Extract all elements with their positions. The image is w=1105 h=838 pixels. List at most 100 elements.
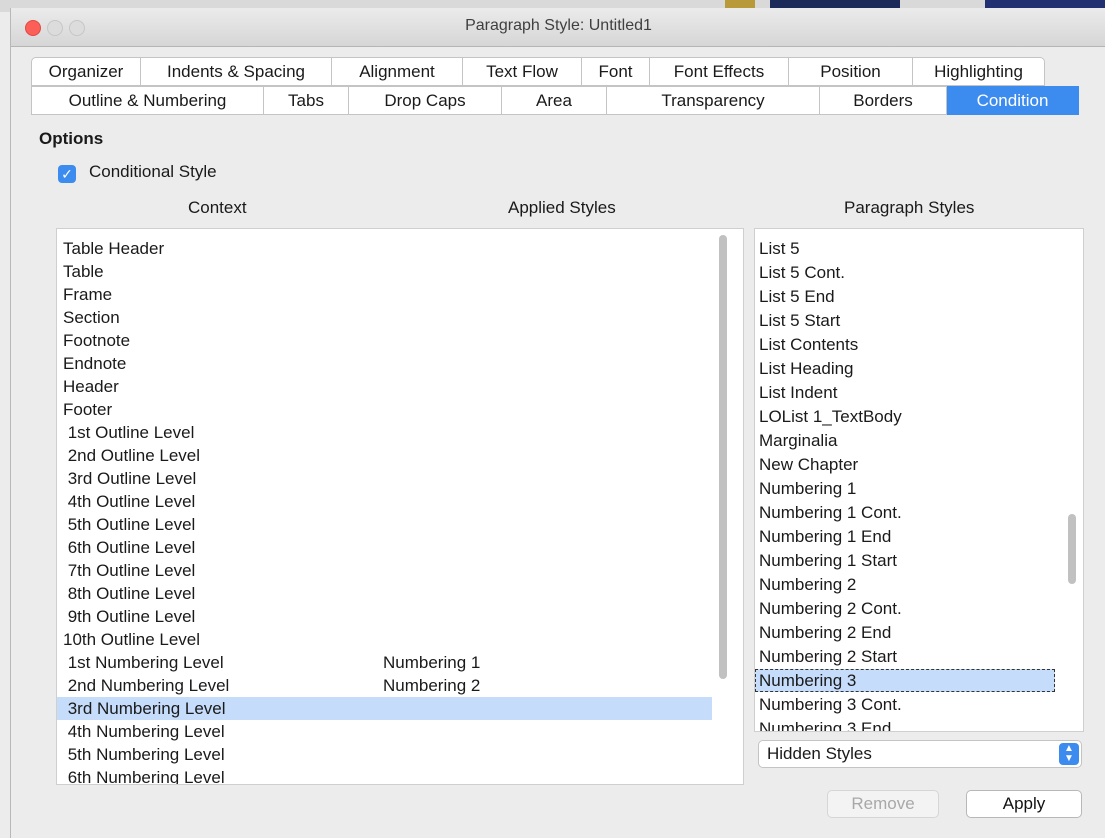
- paragraph-style-label: List 5: [759, 239, 800, 258]
- applied-style-cell: Numbering 1: [383, 653, 481, 672]
- context-row[interactable]: 1st Numbering Level Numbering 1: [57, 651, 712, 674]
- paragraph-style-item[interactable]: Numbering 2 End: [755, 621, 1055, 644]
- context-row[interactable]: 6th Numbering Level: [57, 766, 712, 784]
- context-cell: 7th Outline Level: [63, 561, 196, 580]
- context-row[interactable]: Frame: [57, 283, 712, 306]
- paragraph-style-item[interactable]: List Indent: [755, 381, 1055, 404]
- style-filter-select[interactable]: Hidden Styles ▲ ▼: [758, 740, 1082, 768]
- conditional-style-checkbox[interactable]: ✓: [58, 165, 76, 183]
- paragraph-style-item[interactable]: List 5: [755, 237, 1055, 260]
- paragraph-style-label: Numbering 2 Start: [759, 647, 897, 666]
- paragraph-style-label: List Contents: [759, 335, 859, 354]
- context-cell: Footnote: [63, 331, 131, 350]
- context-row[interactable]: 4th Numbering Level: [57, 720, 712, 743]
- context-cell: 5th Numbering Level: [63, 745, 225, 764]
- tab-organizer[interactable]: Organizer: [31, 57, 141, 86]
- context-row[interactable]: 7th Outline Level: [57, 559, 712, 582]
- paragraph-style-item[interactable]: Numbering 3 End: [755, 717, 1055, 732]
- tab-condition[interactable]: Condition: [947, 86, 1079, 115]
- context-row[interactable]: 3rd Outline Level: [57, 467, 712, 490]
- paragraph-style-label: List 5 Cont.: [759, 263, 845, 282]
- conditional-style-label[interactable]: Conditional Style: [89, 162, 217, 182]
- remove-button[interactable]: Remove: [827, 790, 939, 818]
- paragraph-style-label: Numbering 3 End: [759, 719, 892, 732]
- context-row[interactable]: 6th Outline Level: [57, 536, 712, 559]
- context-cell: 8th Outline Level: [63, 584, 196, 603]
- context-cell: 3rd Outline Level: [63, 469, 197, 488]
- context-row[interactable]: 5th Numbering Level: [57, 743, 712, 766]
- paragraph-styles-scrollbar[interactable]: [1068, 514, 1076, 584]
- context-row[interactable]: Table: [57, 260, 712, 283]
- apply-button[interactable]: Apply: [966, 790, 1082, 818]
- context-row[interactable]: 3rd Numbering Level: [57, 697, 712, 720]
- context-column-header: Context: [188, 198, 247, 217]
- paragraph-style-item[interactable]: LOList 1_TextBody: [755, 405, 1055, 428]
- tab-outline-numbering[interactable]: Outline & Numbering: [31, 86, 264, 115]
- context-row[interactable]: 1st Outline Level: [57, 421, 712, 444]
- tab-highlighting[interactable]: Highlighting: [913, 57, 1045, 86]
- context-cell: 9th Outline Level: [63, 607, 196, 626]
- paragraph-style-item[interactable]: List Heading: [755, 357, 1055, 380]
- tab-borders[interactable]: Borders: [820, 86, 947, 115]
- paragraph-style-label: New Chapter: [759, 455, 859, 474]
- context-cell: Section: [63, 308, 120, 327]
- context-row[interactable]: 4th Outline Level: [57, 490, 712, 513]
- paragraph-style-item[interactable]: Numbering 1 End: [755, 525, 1055, 548]
- tab-area[interactable]: Area: [502, 86, 607, 115]
- context-cell: 1st Numbering Level: [63, 653, 224, 672]
- paragraph-style-item[interactable]: List 5 End: [755, 285, 1055, 308]
- paragraph-style-item[interactable]: Numbering 1 Cont.: [755, 501, 1055, 524]
- paragraph-style-item[interactable]: List Contents: [755, 333, 1055, 356]
- context-cell: 5th Outline Level: [63, 515, 196, 534]
- paragraph-style-item[interactable]: List 5 Cont.: [755, 261, 1055, 284]
- paragraph-style-item[interactable]: Numbering 1 Start: [755, 549, 1055, 572]
- context-row[interactable]: 2nd Numbering Level Numbering 2: [57, 674, 712, 697]
- applied-styles-column-header: Applied Styles: [508, 198, 616, 217]
- paragraph-style-item[interactable]: Numbering 2 Cont.: [755, 597, 1055, 620]
- paragraph-style-item[interactable]: List 5 Start: [755, 309, 1055, 332]
- paragraph-styles-list[interactable]: List 5 List 5 Cont. List 5 End List 5 Start…: [754, 228, 1084, 732]
- context-row[interactable]: Header: [57, 375, 712, 398]
- paragraph-style-item[interactable]: Numbering 3: [755, 669, 1055, 692]
- tab-tabs[interactable]: Tabs: [264, 86, 349, 115]
- applied-style-cell: Numbering 2: [383, 676, 481, 695]
- paragraph-style-item[interactable]: New Chapter: [755, 453, 1055, 476]
- paragraph-style-label: List 5 Start: [759, 311, 841, 330]
- context-row[interactable]: 5th Outline Level: [57, 513, 712, 536]
- paragraph-style-label: LOList 1_TextBody: [759, 407, 902, 426]
- context-row[interactable]: 9th Outline Level: [57, 605, 712, 628]
- context-row[interactable]: Section: [57, 306, 712, 329]
- tab-drop-caps[interactable]: Drop Caps: [349, 86, 502, 115]
- context-cell: 1st Outline Level: [63, 423, 195, 442]
- tab-row-1: Organizer Indents & Spacing Alignment Te…: [31, 57, 1045, 86]
- title-bar[interactable]: Paragraph Style: Untitled1: [11, 8, 1105, 47]
- style-filter-value: Hidden Styles: [767, 744, 872, 763]
- context-row[interactable]: Footnote: [57, 329, 712, 352]
- context-list-scrollbar[interactable]: [719, 235, 727, 679]
- context-cell: 3rd Numbering Level: [63, 699, 226, 718]
- tab-position[interactable]: Position: [789, 57, 913, 86]
- tab-indents-spacing[interactable]: Indents & Spacing: [141, 57, 332, 86]
- paragraph-style-label: Marginalia: [759, 431, 838, 450]
- tab-font[interactable]: Font: [582, 57, 650, 86]
- context-row[interactable]: Table Header: [57, 237, 712, 260]
- context-row[interactable]: Footer: [57, 398, 712, 421]
- tab-text-flow[interactable]: Text Flow: [463, 57, 582, 86]
- context-row[interactable]: 8th Outline Level: [57, 582, 712, 605]
- paragraph-style-item[interactable]: Numbering 3 Cont.: [755, 693, 1055, 716]
- context-list[interactable]: Table Header Table Frame Section Footnote End…: [56, 228, 744, 785]
- context-row[interactable]: 2nd Outline Level: [57, 444, 712, 467]
- paragraph-style-item[interactable]: Marginalia: [755, 429, 1055, 452]
- paragraph-style-item[interactable]: Numbering 2 Start: [755, 645, 1055, 668]
- context-row[interactable]: Endnote: [57, 352, 712, 375]
- context-row[interactable]: 10th Outline Level: [57, 628, 712, 651]
- tab-row-2: Outline & Numbering Tabs Drop Caps Area …: [31, 86, 1079, 115]
- paragraph-style-label: Numbering 1 End: [759, 527, 892, 546]
- tab-font-effects[interactable]: Font Effects: [650, 57, 789, 86]
- paragraph-style-item[interactable]: Numbering 1: [755, 477, 1055, 500]
- paragraph-style-item[interactable]: Numbering 2: [755, 573, 1055, 596]
- context-cell: 2nd Outline Level: [63, 446, 201, 465]
- updown-chevron-icon: ▲ ▼: [1059, 743, 1079, 765]
- tab-transparency[interactable]: Transparency: [607, 86, 820, 115]
- tab-alignment[interactable]: Alignment: [332, 57, 463, 86]
